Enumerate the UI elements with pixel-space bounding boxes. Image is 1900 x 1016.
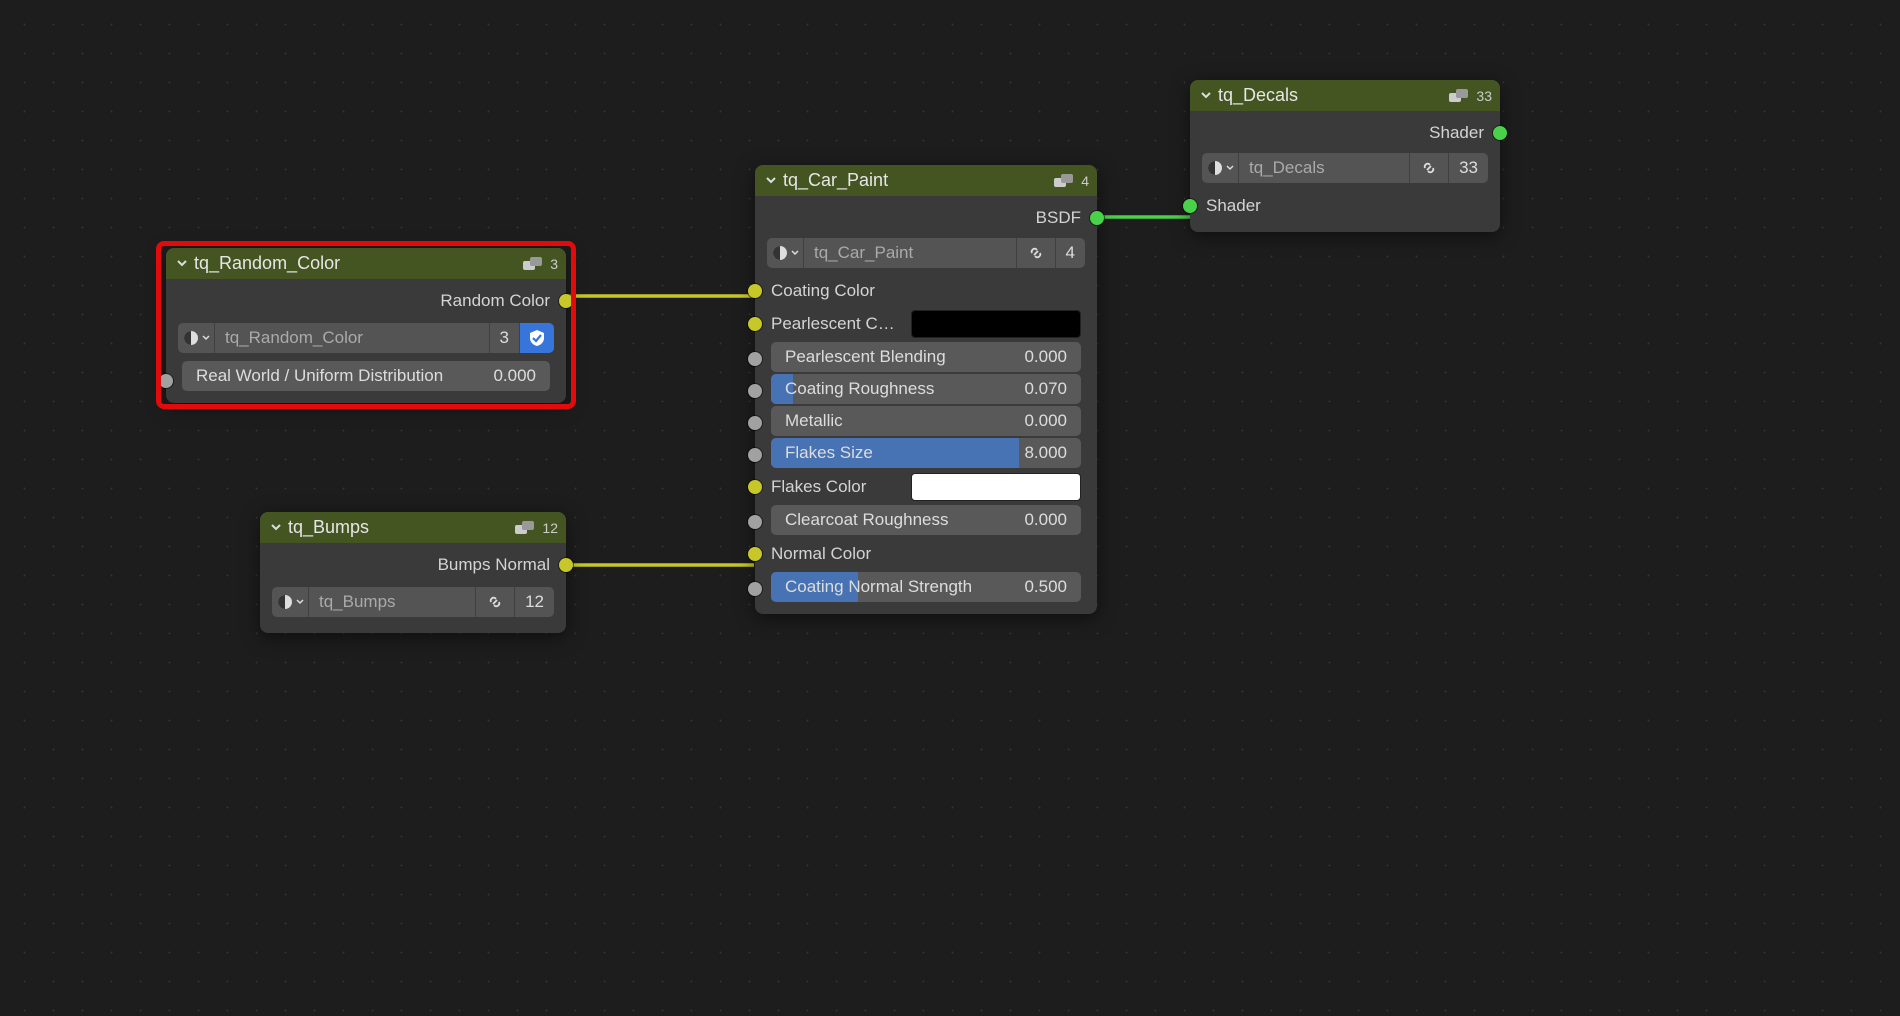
node-title: tq_Bumps [288,517,508,538]
nodegroup-selector[interactable]: tq_Random_Color 3 [166,317,566,359]
slider-real-world[interactable]: Real World / Uniform Distribution 0.000 [182,361,550,391]
nodegroup-name-field[interactable]: tq_Random_Color [214,323,489,353]
collapse-icon[interactable] [765,171,777,191]
slider-coating-roughness[interactable]: Coating Roughness 0.070 [771,374,1081,404]
socket-input-float[interactable] [748,352,762,366]
socket-input-color[interactable] [748,284,762,298]
nodegroup-users[interactable]: 4 [1055,238,1085,268]
node-decals[interactable]: tq_Decals 33 Shader tq_Decals 33 Shader [1190,80,1500,232]
nodegroup-users[interactable]: 3 [489,323,519,353]
socket-input-float[interactable] [159,374,173,388]
nodegroup-browse-button[interactable] [1202,153,1238,183]
node-title: tq_Decals [1218,85,1442,106]
output-bumps-normal: Bumps Normal [260,548,566,581]
socket-input-color[interactable] [748,480,762,494]
socket-output-shader[interactable] [1493,126,1507,140]
nodegroup-selector[interactable]: tq_Bumps 12 [260,581,566,623]
node-users-badge: 3 [550,256,558,272]
nodegroup-name-field[interactable]: tq_Car_Paint [803,238,1016,268]
node-random-color[interactable]: tq_Random_Color 3 Random Color tq_Random… [166,248,566,403]
node-header[interactable]: tq_Random_Color 3 [166,248,566,279]
color-field-pearlescent[interactable] [911,310,1081,338]
node-users-badge: 4 [1081,173,1089,189]
node-bumps[interactable]: tq_Bumps 12 Bumps Normal tq_Bumps 12 [260,512,566,633]
nodegroup-selector[interactable]: tq_Car_Paint 4 [755,234,1097,274]
nodegroup-browse-button[interactable] [178,323,214,353]
socket-input-shader[interactable] [1183,199,1197,213]
socket-input-float[interactable] [748,515,762,529]
input-pearlescent-color: Pearlescent C… [755,307,1097,340]
input-coating-color: Coating Color [755,274,1097,307]
output-shader: Shader [1190,116,1500,149]
color-field-flakes[interactable] [911,473,1081,501]
node-car-paint[interactable]: tq_Car_Paint 4 BSDF tq_Car_Paint 4 Coati… [755,165,1097,614]
nodegroup-name-field[interactable]: tq_Bumps [308,587,475,617]
input-shader: Shader [1190,189,1500,222]
input-flakes-color: Flakes Color [755,470,1097,503]
slider-clearcoat-roughness[interactable]: Clearcoat Roughness 0.000 [771,505,1081,535]
nodegroup-icon [1053,173,1075,189]
node-header[interactable]: tq_Decals 33 [1190,80,1500,111]
socket-input-float[interactable] [748,416,762,430]
link-icon[interactable] [1016,238,1055,268]
socket-input-float[interactable] [748,384,762,398]
collapse-icon[interactable] [1200,86,1212,106]
collapse-icon[interactable] [176,254,188,274]
slider-metallic[interactable]: Metallic 0.000 [771,406,1081,436]
nodegroup-browse-button[interactable] [272,587,308,617]
nodegroup-icon [514,520,536,536]
nodegroup-users[interactable]: 12 [514,587,554,617]
node-title: tq_Random_Color [194,253,516,274]
socket-output-color[interactable] [559,294,573,308]
nodegroup-selector[interactable]: tq_Decals 33 [1190,149,1500,189]
socket-input-float[interactable] [748,582,762,596]
slider-pearlescent-blending[interactable]: Pearlescent Blending 0.000 [771,342,1081,372]
socket-output-shader[interactable] [1090,211,1104,225]
nodegroup-users[interactable]: 33 [1448,153,1488,183]
nodegroup-name-field[interactable]: tq_Decals [1238,153,1409,183]
slider-flakes-size[interactable]: Flakes Size 8.000 [771,438,1081,468]
link-icon[interactable] [475,587,514,617]
node-title: tq_Car_Paint [783,170,1047,191]
node-header[interactable]: tq_Bumps 12 [260,512,566,543]
fake-user-button[interactable] [519,323,554,353]
slider-coating-normal-strength[interactable]: Coating Normal Strength 0.500 [771,572,1081,602]
socket-input-float[interactable] [748,448,762,462]
link-icon[interactable] [1409,153,1448,183]
nodegroup-browse-button[interactable] [767,238,803,268]
socket-input-color[interactable] [748,547,762,561]
collapse-icon[interactable] [270,518,282,538]
input-normal-color: Normal Color [755,537,1097,570]
nodegroup-icon [522,256,544,272]
output-bsdf: BSDF [755,201,1097,234]
nodegroup-icon [1448,88,1470,104]
node-users-badge: 33 [1476,88,1492,104]
socket-output-color[interactable] [559,558,573,572]
node-header[interactable]: tq_Car_Paint 4 [755,165,1097,196]
node-users-badge: 12 [542,520,558,536]
output-random-color: Random Color [166,284,566,317]
socket-input-color[interactable] [748,317,762,331]
